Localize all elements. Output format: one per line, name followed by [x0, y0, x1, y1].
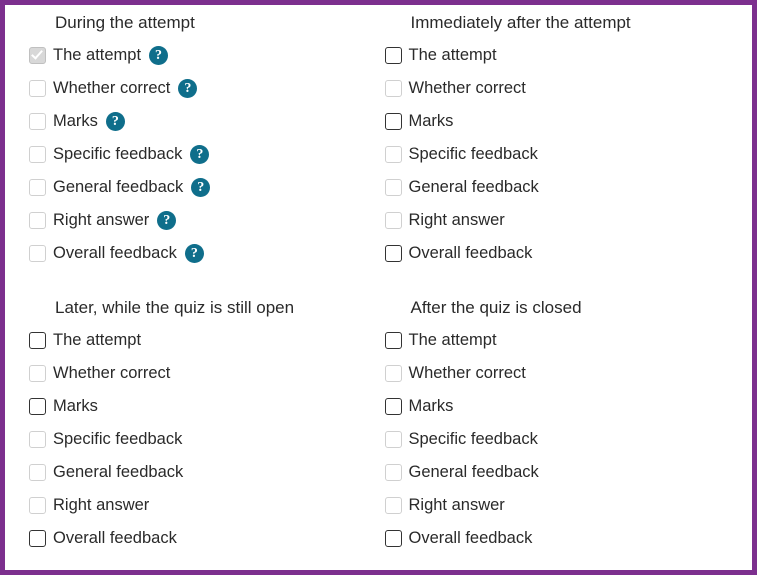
- option-label: Whether correct: [53, 364, 170, 383]
- checkbox-specific-feedback: [29, 146, 46, 163]
- option-label: Whether correct: [409, 364, 526, 383]
- option-label: General feedback: [53, 463, 183, 482]
- checkbox-general-feedback: [385, 464, 402, 481]
- section-during-attempt: During the attempt The attempt? Whether …: [29, 13, 373, 270]
- option-label: Specific feedback: [409, 145, 538, 164]
- checkbox-general-feedback: [29, 179, 46, 196]
- option-label: Whether correct: [409, 79, 526, 98]
- checkbox-right-answer: [385, 497, 402, 514]
- option-label: Marks: [409, 397, 454, 416]
- option-label: Right answer: [53, 496, 149, 515]
- help-icon[interactable]: ?: [190, 145, 209, 164]
- checkbox-marks[interactable]: [385, 398, 402, 415]
- option-label: Right answer: [409, 211, 505, 230]
- checkbox-the-attempt[interactable]: [385, 332, 402, 349]
- checkbox-overall-feedback: [29, 245, 46, 262]
- checkbox-marks[interactable]: [385, 113, 402, 130]
- option-label: Whether correct: [53, 79, 170, 98]
- checkbox-general-feedback: [385, 179, 402, 196]
- option-label: The attempt: [409, 331, 497, 350]
- review-options-panel: During the attempt The attempt? Whether …: [0, 0, 757, 575]
- checkbox-whether-correct: [385, 80, 402, 97]
- section-after-closed: After the quiz is closed The attempt Whe…: [385, 298, 729, 555]
- checkbox-whether-correct: [29, 365, 46, 382]
- option-label: Right answer: [409, 496, 505, 515]
- help-icon[interactable]: ?: [191, 178, 210, 197]
- option-label: Overall feedback: [53, 529, 177, 548]
- option-label: The attempt: [53, 331, 141, 350]
- checkbox-marks[interactable]: [29, 398, 46, 415]
- checkbox-the-attempt: [29, 47, 46, 64]
- option-label: The attempt: [53, 46, 141, 65]
- section-later-open: Later, while the quiz is still open The …: [29, 298, 373, 555]
- checkbox-overall-feedback[interactable]: [385, 245, 402, 262]
- checkbox-marks: [29, 113, 46, 130]
- checkbox-whether-correct: [29, 80, 46, 97]
- option-label: Overall feedback: [409, 244, 533, 263]
- checkbox-specific-feedback: [29, 431, 46, 448]
- option-label: Marks: [53, 397, 98, 416]
- option-label: Marks: [409, 112, 454, 131]
- option-label: General feedback: [53, 178, 183, 197]
- checkbox-whether-correct: [385, 365, 402, 382]
- checkbox-overall-feedback[interactable]: [29, 530, 46, 547]
- option-label: Marks: [53, 112, 98, 131]
- option-label: General feedback: [409, 178, 539, 197]
- option-label: Specific feedback: [53, 145, 182, 164]
- checkbox-specific-feedback: [385, 146, 402, 163]
- section-header: During the attempt: [29, 13, 373, 33]
- option-label: Overall feedback: [409, 529, 533, 548]
- section-immediately-after: Immediately after the attempt The attemp…: [385, 13, 729, 270]
- help-icon[interactable]: ?: [178, 79, 197, 98]
- section-header: After the quiz is closed: [385, 298, 729, 318]
- checkbox-specific-feedback: [385, 431, 402, 448]
- checkbox-right-answer: [385, 212, 402, 229]
- option-label: The attempt: [409, 46, 497, 65]
- option-label: Overall feedback: [53, 244, 177, 263]
- checkbox-the-attempt[interactable]: [385, 47, 402, 64]
- checkbox-general-feedback: [29, 464, 46, 481]
- checkbox-right-answer: [29, 212, 46, 229]
- option-label: General feedback: [409, 463, 539, 482]
- checkbox-right-answer: [29, 497, 46, 514]
- option-label: Specific feedback: [409, 430, 538, 449]
- option-label: Specific feedback: [53, 430, 182, 449]
- option-label: Right answer: [53, 211, 149, 230]
- checkbox-overall-feedback[interactable]: [385, 530, 402, 547]
- help-icon[interactable]: ?: [157, 211, 176, 230]
- help-icon[interactable]: ?: [185, 244, 204, 263]
- section-header: Later, while the quiz is still open: [29, 298, 373, 318]
- checkbox-the-attempt[interactable]: [29, 332, 46, 349]
- section-header: Immediately after the attempt: [385, 13, 729, 33]
- help-icon[interactable]: ?: [149, 46, 168, 65]
- help-icon[interactable]: ?: [106, 112, 125, 131]
